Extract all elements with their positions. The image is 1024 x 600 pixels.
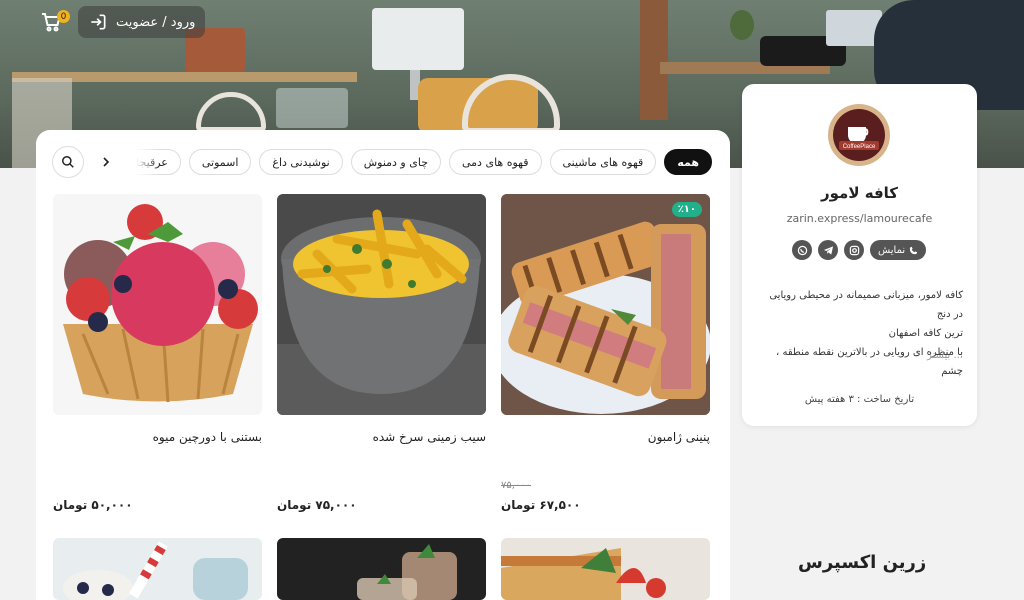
product-card[interactable]: ٪۱۰ پنینی ژامبون ۷۵,۰۰۰ ۶۷,۵۰۰ تومان (501, 194, 710, 512)
product-price: ۵۰,۰۰۰ تومان (53, 498, 133, 512)
read-more-link[interactable]: ... بیشتر (927, 350, 963, 361)
product-name: بستنی با دورچین میوه (152, 430, 262, 444)
tab-all[interactable]: همه (664, 149, 712, 175)
description-line: با منظره ای رویایی در بالاترین نقطه منطق… (776, 347, 963, 377)
chevron-left-icon (103, 157, 110, 167)
plant (730, 10, 754, 40)
discount-badge: ٪۱۰ (671, 202, 702, 217)
wall-sink (372, 8, 464, 70)
product-card[interactable]: بستنی با دورچین میوه ۵۰,۰۰۰ تومان (53, 194, 262, 512)
scroll-categories-button[interactable] (96, 146, 116, 178)
shop-name: کافه لامور (821, 184, 898, 202)
product-image (53, 538, 262, 600)
cart-button[interactable]: 0 (36, 6, 70, 38)
product-old-price: ۷۵,۰۰۰ (501, 480, 532, 491)
login-button[interactable]: ورود / عضویت (78, 6, 206, 38)
product-image: ٪۱۰ (501, 194, 710, 415)
whatsapp-link[interactable] (792, 240, 812, 260)
show-phone-label: نمایش (878, 244, 906, 256)
product-image (277, 194, 486, 415)
product-card[interactable] (501, 538, 710, 600)
instagram-link[interactable] (844, 240, 864, 260)
shop-profile-card: CoffeePlace کافه لامور zarin.express/lam… (742, 84, 977, 426)
category-bar: همه قهوه های ماشینی قهوه های دمی چای و د… (52, 146, 712, 180)
bottles (276, 88, 348, 128)
search-button[interactable] (52, 146, 84, 178)
pillar (640, 0, 668, 120)
product-name: سیب زمینی سرخ شده (372, 430, 486, 444)
cart-badge: 0 (57, 10, 70, 23)
shop-logo: CoffeePlace (828, 104, 890, 166)
login-icon (91, 14, 106, 30)
product-image (501, 538, 710, 600)
product-card[interactable]: سیب زمینی سرخ شده ۷۵,۰۰۰ تومان (277, 194, 486, 512)
show-phone-button[interactable]: نمایش (870, 240, 927, 260)
shop-url[interactable]: zarin.express/lamourecafe (742, 212, 977, 225)
wicker-chair-left (196, 92, 266, 132)
telegram-icon (823, 245, 833, 255)
tab-machine-coffee[interactable]: قهوه های ماشینی (549, 149, 657, 175)
description-line: کافه لامور، میزبانی صمیمانه در محیطی روی… (769, 290, 963, 320)
product-price: ۷۵,۰۰۰ تومان (277, 498, 357, 512)
login-label: ورود / عضویت (116, 14, 196, 30)
category-tabs: همه قهوه های ماشینی قهوه های دمی چای و د… (136, 149, 712, 177)
product-card[interactable] (53, 538, 262, 600)
product-image (53, 194, 262, 415)
phone-icon (910, 246, 918, 254)
tab-hot-drinks[interactable]: نوشیدنی داغ (259, 149, 343, 175)
search-icon (62, 156, 74, 168)
brand-logo: زرین اکسپرس (798, 552, 927, 573)
tab-smoothie[interactable]: اسموتی (188, 149, 252, 175)
product-price: ۶۷,۵۰۰ تومان (501, 498, 581, 512)
description-line: ترین کافه اصفهان (888, 328, 963, 339)
contact-links: نمایش (792, 240, 927, 260)
product-image (277, 538, 486, 600)
product-name: پنینی ژامبون (647, 430, 710, 444)
tab-tea-herbal[interactable]: چای و دمنوش (350, 149, 441, 175)
logo-text: CoffeePlace (843, 144, 876, 150)
shop-description: کافه لامور، میزبانی صمیمانه در محیطی روی… (758, 286, 963, 381)
instagram-icon (849, 245, 859, 255)
tab-brewed-coffee[interactable]: قهوه های دمی (449, 149, 542, 175)
product-card[interactable] (277, 538, 486, 600)
whatsapp-icon (797, 245, 807, 255)
telegram-link[interactable] (818, 240, 838, 260)
created-date: تاریخ ساخت : ۳ هفته پیش (804, 394, 915, 405)
tabs-fade (136, 146, 160, 180)
products-panel: همه قهوه های ماشینی قهوه های دمی چای و د… (36, 130, 730, 600)
